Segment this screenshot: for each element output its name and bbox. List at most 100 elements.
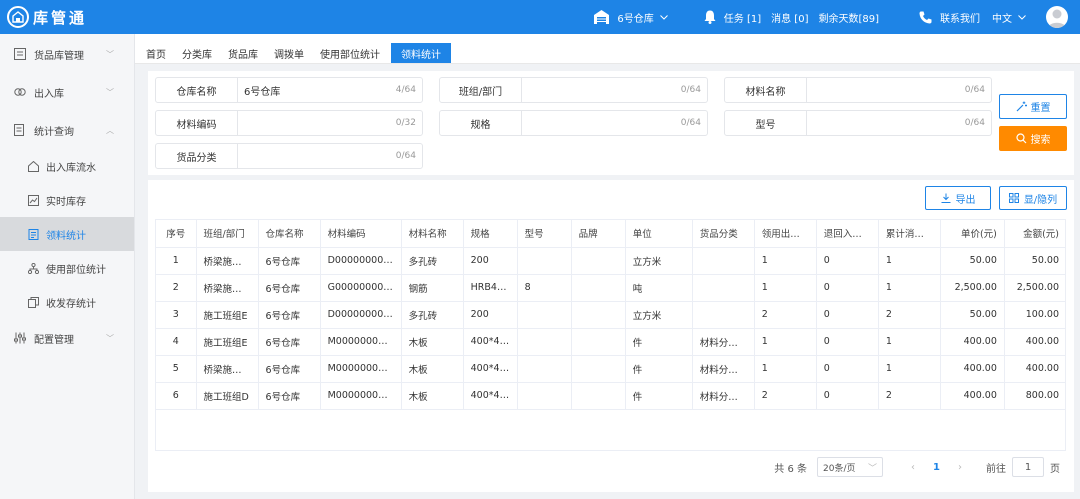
- table-cell: 6号仓库: [258, 301, 321, 329]
- tab-bar: 首页 分类库 货品库 调拨单 使用部位统计 领料统计: [135, 34, 1080, 64]
- magic-wand-icon: [1016, 101, 1027, 112]
- warehouse-name: 6号仓库: [617, 13, 654, 25]
- filter-value: 6号仓库: [244, 86, 281, 98]
- column-header: 规格: [463, 220, 518, 248]
- table-cell: 桥梁施工...: [196, 355, 259, 383]
- download-icon: [941, 193, 951, 203]
- page-size-select[interactable]: 20条/页 ﹀: [817, 457, 884, 477]
- search-label: 搜索: [1030, 135, 1051, 146]
- sidebar-sub-label: 使用部位统计: [46, 264, 106, 276]
- table-cell: 1: [754, 274, 817, 302]
- table-row[interactable]: 6 施工班组D 6号仓库 M0000000001 木板 400*400 件材料分类... 2 0…: [156, 382, 1065, 410]
- tab-goods-library[interactable]: 货品库: [223, 43, 263, 63]
- table-cell: 0: [816, 382, 879, 410]
- org-icon: [28, 262, 42, 274]
- grid-icon: [1008, 193, 1019, 203]
- table-cell: 1: [878, 247, 941, 275]
- prev-page-button[interactable]: ‹: [911, 462, 915, 473]
- table-cell: 木板: [401, 382, 464, 410]
- table-cell: 桥梁施工...: [196, 247, 259, 275]
- next-page-button[interactable]: ›: [958, 462, 962, 473]
- goto-page-input[interactable]: 1: [1012, 457, 1044, 477]
- table-cell: 木板: [401, 328, 464, 356]
- tab-transfer-order[interactable]: 调拨单: [269, 43, 309, 63]
- table-cell: 5: [156, 355, 197, 383]
- table-cell: 50.00: [940, 301, 1005, 329]
- table-cell: 400.00: [940, 382, 1005, 410]
- table-cell: 0: [816, 274, 879, 302]
- filter-goods-category[interactable]: 货品分类 0/64: [155, 143, 423, 169]
- tab-material-stats[interactable]: 领料统计: [391, 43, 451, 63]
- search-button[interactable]: 搜索: [999, 126, 1067, 151]
- toggle-columns-button[interactable]: 显/隐列: [999, 186, 1067, 210]
- table-cell: 施工班组E: [196, 301, 259, 329]
- language-selector[interactable]: 中文: [992, 10, 1026, 25]
- sidebar-sub-inout-flow[interactable]: 出入库流水: [0, 149, 134, 183]
- inout-icon: [14, 86, 28, 98]
- table-row[interactable]: 2 桥梁施工... 6号仓库 G0000000002... 钢筋 HRB40... 8 吨 1 0…: [156, 274, 1065, 302]
- home-icon: [28, 160, 42, 172]
- column-header: 仓库名称: [258, 220, 321, 248]
- table-row[interactable]: 1 桥梁施工... 6号仓库 D0000000002 多孔砖 200 立方米 1 0 1 50.00…: [156, 247, 1065, 275]
- table-row[interactable]: 5 桥梁施工... 6号仓库 M0000000001 木板 400*400 件材料分类...…: [156, 355, 1065, 383]
- tab-usage-location-stats[interactable]: 使用部位统计: [315, 43, 385, 63]
- tab-category-library[interactable]: 分类库: [177, 43, 217, 63]
- filter-char-count: 0/64: [964, 85, 985, 95]
- chevron-down-icon: ﹀: [868, 463, 878, 474]
- sidebar-sub-material-stats[interactable]: 领料统计: [0, 217, 134, 251]
- bell-icon: [704, 10, 716, 24]
- avatar[interactable]: [1046, 6, 1068, 28]
- chevron-down-icon: ﹀: [106, 87, 114, 97]
- stats-icon: [14, 124, 28, 136]
- sidebar-sub-label: 出入库流水: [46, 162, 96, 174]
- table-cell: [517, 247, 572, 275]
- sidebar-sub-usage-location[interactable]: 使用部位统计: [0, 251, 134, 285]
- sidebar-sub-send-receive[interactable]: 收发存统计: [0, 285, 134, 319]
- tab-home[interactable]: 首页: [141, 43, 171, 63]
- reset-button[interactable]: 重置: [999, 94, 1067, 119]
- table-cell: [571, 247, 626, 275]
- filter-panel: 仓库名称 6号仓库 4/64 班组/部门 0/64 材料名称 0/64 材料编码…: [148, 71, 1074, 175]
- sidebar-item-config[interactable]: 配置管理 ﹀: [0, 319, 134, 357]
- filter-material-name[interactable]: 材料名称 0/64: [724, 77, 992, 103]
- filter-team-department[interactable]: 班组/部门 0/64: [439, 77, 708, 103]
- filter-material-code[interactable]: 材料编码 0/32: [155, 110, 423, 136]
- sidebar-item-inout[interactable]: 出入库 ﹀: [0, 73, 134, 111]
- table-panel: 导出 显/隐列 序号 班组/部门 仓库名称 材料编码 材料名称 规格 型号 品牌…: [148, 180, 1074, 492]
- column-header: 累计消耗...: [878, 220, 941, 248]
- filter-warehouse-name[interactable]: 仓库名称 6号仓库 4/64: [155, 77, 423, 103]
- sidebar-sub-realtime-stock[interactable]: 实时库存: [0, 183, 134, 217]
- page-size-value: 20条/页: [823, 463, 856, 474]
- table-row[interactable]: 4 施工班组E 6号仓库 M0000000001 木板 400*400 件材料分类... 1 0…: [156, 328, 1065, 356]
- chevron-down-icon: [1018, 12, 1026, 23]
- chevron-down-icon: ﹀: [106, 49, 114, 59]
- sidebar-item-stats[interactable]: 统计查询 ︿: [0, 111, 134, 149]
- table-cell: 木板: [401, 355, 464, 383]
- warehouse-selector[interactable]: 6号仓库: [594, 10, 668, 25]
- table-cell: 50.00: [940, 247, 1005, 275]
- table-cell: 2: [156, 274, 197, 302]
- messages-link[interactable]: 消息 [0]: [771, 10, 808, 25]
- sidebar-item-goods[interactable]: 货品库管理 ﹀: [0, 35, 134, 73]
- filter-spec[interactable]: 规格 0/64: [439, 110, 708, 136]
- table-cell: 400*400: [463, 382, 518, 410]
- total-count: 共 6 条: [774, 463, 808, 475]
- table-cell: 4: [156, 328, 197, 356]
- table-cell: 1: [878, 328, 941, 356]
- current-page[interactable]: 1: [933, 462, 940, 473]
- page-suffix: 页: [1050, 463, 1060, 475]
- filter-model[interactable]: 型号 0/64: [724, 110, 992, 136]
- messages-label: 消息 [0]: [771, 13, 809, 25]
- table-cell: 吨: [625, 274, 693, 302]
- export-button[interactable]: 导出: [925, 186, 991, 210]
- sidebar-item-label: 配置管理: [34, 334, 74, 346]
- table-header-row: 序号 班组/部门 仓库名称 材料编码 材料名称 规格 型号 品牌 单位 货品分类…: [156, 220, 1065, 248]
- table-row[interactable]: 3 施工班组E 6号仓库 D0000000002 多孔砖 200 立方米 2 0 2 50.00 10…: [156, 301, 1065, 329]
- filter-char-count: 4/64: [395, 85, 416, 95]
- table-cell: 立方米: [625, 247, 693, 275]
- table-cell: [692, 301, 755, 329]
- table-cell: 1: [156, 247, 197, 275]
- export-label: 导出: [955, 194, 976, 206]
- tasks-link[interactable]: 任务 [1]: [704, 10, 761, 25]
- contact-link[interactable]: 联系我们: [919, 10, 980, 25]
